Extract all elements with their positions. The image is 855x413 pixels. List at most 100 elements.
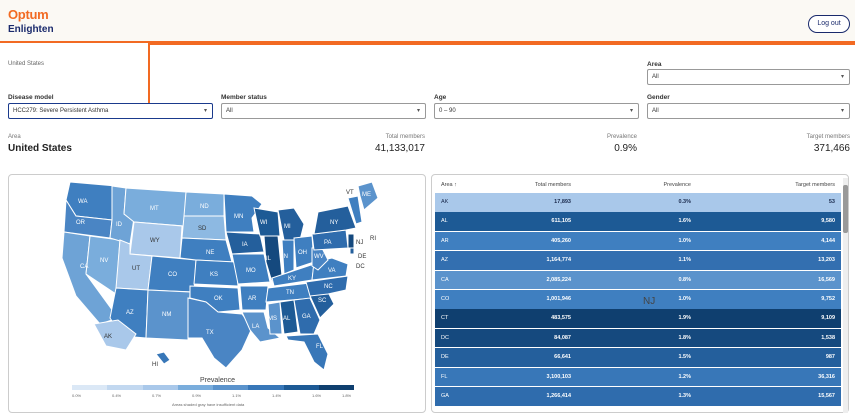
map-label: FL: [316, 344, 324, 350]
map-label: SC: [318, 298, 327, 304]
disease-model-select[interactable]: HCC279: Severe Persistent Asthma ▾: [8, 103, 213, 119]
map-label: NM: [162, 312, 171, 318]
cell-prevalence: 1.5%: [678, 354, 691, 361]
map-label: OH: [298, 250, 307, 256]
legend-color-bar: [72, 385, 354, 390]
table-row[interactable]: CT 483,575 1.9% 9,109: [435, 309, 841, 328]
table-row[interactable]: AL 611,105 1.6% 9,580: [435, 212, 841, 231]
cell-area: FL: [441, 373, 448, 380]
area-select[interactable]: All ▾: [647, 69, 850, 85]
gender-select[interactable]: All ▾: [647, 103, 850, 119]
map-label: NC: [324, 284, 333, 290]
arrow-up-icon: ↑: [454, 182, 457, 188]
us-prevalence-map[interactable]: WA OR CA NV ID MT WY UT AZ CO NM ND SD N…: [56, 178, 386, 374]
cell-area: GA: [441, 393, 449, 399]
cell-prevalence: 0.8%: [678, 276, 691, 283]
cell-prevalence: 1.8%: [678, 334, 691, 341]
map-label: MT: [150, 206, 159, 212]
header-area[interactable]: Area ↑: [441, 178, 457, 193]
cell-total-members: 17,893: [554, 199, 571, 205]
header-total-members[interactable]: Total members: [535, 178, 571, 193]
map-label: NJ: [356, 240, 363, 246]
cell-target-members: 16,569: [818, 276, 835, 283]
table-header: Area ↑ Total members Prevalence Target m…: [435, 178, 841, 193]
cell-total-members: 3,100,103: [546, 373, 571, 380]
breadcrumb: United States: [8, 61, 45, 67]
age-value: 0 – 90: [439, 108, 456, 114]
map-label: AR: [248, 296, 257, 302]
chevron-down-icon: ▾: [416, 108, 420, 114]
logout-button[interactable]: Log out: [808, 15, 850, 33]
cell-area: CO: [441, 296, 450, 302]
cell-target-members: 9,109: [821, 315, 835, 322]
age-select[interactable]: 0 – 90 ▾: [434, 103, 639, 119]
floating-state-label: NJ: [643, 296, 656, 307]
prevalence-value: 0.9%: [614, 143, 637, 154]
table-row[interactable]: GA 1,266,414 1.3% 15,567: [435, 387, 841, 406]
cell-target-members: 1,538: [821, 334, 835, 341]
header-area-label: Area: [441, 182, 453, 188]
table-row[interactable]: AZ 1,164,774 1.1% 13,203: [435, 251, 841, 270]
map-label: NV: [100, 258, 108, 264]
map-label: GA: [302, 314, 311, 320]
map-label: IL: [266, 256, 272, 262]
cell-prevalence: 1.9%: [678, 315, 691, 322]
state-de[interactable]: [349, 247, 355, 255]
map-label: OK: [214, 296, 223, 302]
state-nj[interactable]: [347, 233, 355, 249]
table-row[interactable]: AK 17,893 0.3% 53: [435, 193, 841, 212]
map-label: WI: [260, 220, 268, 226]
member-status-label: Member status: [221, 94, 267, 101]
header-prevalence[interactable]: Prevalence: [663, 178, 691, 193]
member-status-select[interactable]: All ▾: [221, 103, 426, 119]
table-row[interactable]: DE 66,641 1.5% 987: [435, 348, 841, 367]
map-label: AL: [283, 316, 291, 322]
table-row[interactable]: FL 3,100,103 1.2% 36,316: [435, 367, 841, 387]
map-label: HI: [152, 362, 158, 368]
state-mi[interactable]: [277, 207, 305, 241]
cell-target-members: 53: [828, 199, 835, 205]
cell-target-members: 9,752: [821, 296, 835, 302]
state-hi[interactable]: [155, 351, 171, 365]
map-label: CA: [80, 264, 88, 270]
disease-model-value: HCC279: Severe Persistent Asthma: [13, 108, 109, 114]
table-row[interactable]: AR 405,260 1.0% 4,144: [435, 231, 841, 251]
table-row[interactable]: DC 84,087 1.8% 1,538: [435, 328, 841, 348]
cell-total-members: 84,087: [554, 334, 571, 341]
header-target-members[interactable]: Target members: [795, 178, 835, 193]
map-label: DE: [358, 254, 366, 260]
cell-area: AK: [441, 199, 449, 205]
cell-total-members: 1,164,774: [546, 257, 571, 264]
map-label: TX: [206, 330, 214, 336]
summary-area-label: Area: [8, 134, 21, 140]
map-label: WA: [78, 199, 87, 205]
cell-total-members: 1,266,414: [546, 393, 571, 399]
map-label: MN: [234, 214, 243, 220]
map-label: MS: [268, 316, 277, 322]
legend-tick: 0.9%: [192, 393, 202, 398]
table-row[interactable]: CO 1,001,946 1.0% 9,752: [435, 290, 841, 309]
legend-tick: 1.6%: [312, 393, 322, 398]
map-label: WY: [150, 238, 160, 244]
legend-tick: 1.8%: [342, 393, 352, 398]
highlight-connector-line-top: [148, 43, 855, 45]
map-label: CO: [168, 272, 177, 278]
map-label: SD: [198, 226, 207, 232]
cell-area: CA: [441, 276, 449, 283]
map-label: OR: [76, 220, 86, 226]
map-label: WV: [314, 254, 324, 260]
disease-model-label: Disease model: [8, 94, 54, 101]
scrollbar-thumb[interactable]: [843, 185, 848, 233]
cell-prevalence: 1.0%: [678, 237, 691, 244]
total-members-value: 41,133,017: [374, 143, 425, 154]
map-label: AZ: [126, 310, 134, 316]
cell-area: CT: [441, 315, 449, 322]
legend-tick: 0.7%: [152, 393, 162, 398]
table-row[interactable]: CA 2,085,224 0.8% 16,569: [435, 270, 841, 290]
state-fl[interactable]: [285, 333, 329, 371]
map-label: NE: [206, 250, 214, 256]
map-label: PA: [324, 240, 332, 246]
map-label: KS: [210, 272, 218, 278]
summary-area-value: United States: [8, 143, 72, 154]
map-label: VT: [346, 190, 354, 196]
